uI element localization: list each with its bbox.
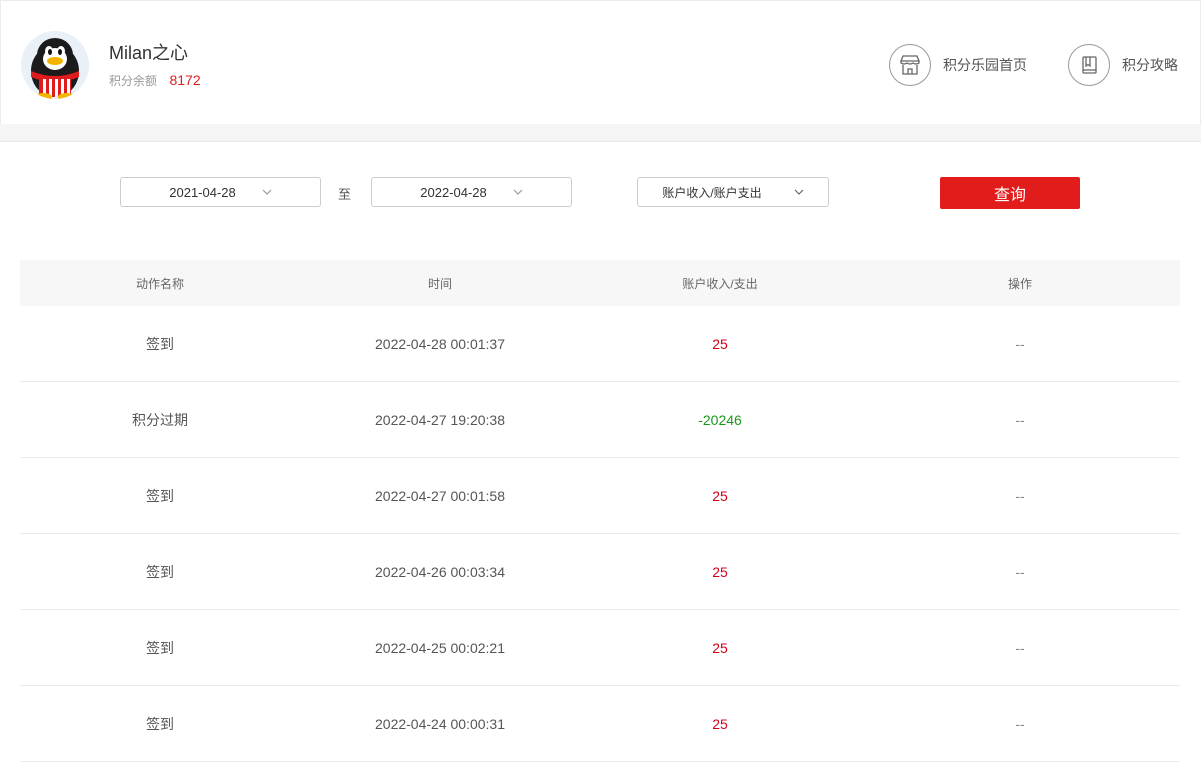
start-date-value: 2021-04-28 <box>169 184 236 200</box>
time-cell: 2022-04-27 19:20:38 <box>375 411 505 428</box>
balance-label: 积分余额 <box>109 74 158 88</box>
table-row: 积分过期 2022-04-27 19:20:38 -20246 -- <box>20 382 1180 458</box>
column-header-action: 动作名称 <box>135 276 184 291</box>
section-divider <box>0 124 1201 142</box>
column-header-operation: 操作 <box>1007 276 1032 291</box>
start-date-select[interactable]: 2021-04-28 <box>120 177 321 207</box>
operation-cell: -- <box>1015 715 1025 732</box>
action-cell: 签到 <box>146 487 174 504</box>
action-cell: 积分过期 <box>132 411 188 428</box>
nav-points-home-label: 积分乐园首页 <box>943 57 1027 73</box>
points-balance: 积分余额 8172 <box>109 72 201 90</box>
table-row: 签到 2022-04-24 00:00:31 25 -- <box>20 686 1180 762</box>
qq-penguin-avatar-icon <box>21 31 89 99</box>
time-cell: 2022-04-25 00:02:21 <box>375 639 505 656</box>
date-range-separator: 至 <box>338 187 352 202</box>
amount-cell: 25 <box>712 487 728 504</box>
points-history-table: 动作名称 时间 账户收入/支出 操作 签到 2022-04-28 00:01:3… <box>20 260 1180 762</box>
operation-cell: -- <box>1015 411 1025 428</box>
table-row: 签到 2022-04-25 00:02:21 25 -- <box>20 610 1180 686</box>
action-cell: 签到 <box>146 563 174 580</box>
amount-cell: 25 <box>712 335 728 352</box>
chevron-down-icon <box>262 189 272 195</box>
column-header-amount: 账户收入/支出 <box>682 276 758 291</box>
table-header: 动作名称 时间 账户收入/支出 操作 <box>20 260 1180 306</box>
transaction-type-select[interactable]: 账户收入/账户支出 <box>637 177 829 207</box>
query-button[interactable]: 查询 <box>940 177 1080 209</box>
operation-cell: -- <box>1015 563 1025 580</box>
operation-cell: -- <box>1015 335 1025 352</box>
action-cell: 签到 <box>146 335 174 352</box>
store-icon <box>889 44 931 86</box>
chevron-down-icon <box>513 189 523 195</box>
time-cell: 2022-04-27 00:01:58 <box>375 487 505 504</box>
table-row: 签到 2022-04-28 00:01:37 25 -- <box>20 306 1180 382</box>
operation-cell: -- <box>1015 487 1025 504</box>
amount-cell: 25 <box>712 639 728 656</box>
operation-cell: -- <box>1015 639 1025 656</box>
book-icon <box>1068 44 1110 86</box>
chevron-down-icon <box>794 189 804 195</box>
nav-points-guide-label: 积分攻略 <box>1122 57 1178 73</box>
nav-points-guide-link[interactable]: 积分攻略 <box>1068 43 1178 87</box>
table-row: 签到 2022-04-26 00:03:34 25 -- <box>20 534 1180 610</box>
balance-value: 8172 <box>169 72 201 88</box>
column-header-time: 时间 <box>427 276 452 291</box>
end-date-value: 2022-04-28 <box>420 184 487 200</box>
amount-cell: -20246 <box>698 411 742 428</box>
amount-cell: 25 <box>712 715 728 732</box>
action-cell: 签到 <box>146 639 174 656</box>
time-cell: 2022-04-26 00:03:34 <box>375 563 505 580</box>
avatar[interactable] <box>21 31 89 99</box>
time-cell: 2022-04-28 00:01:37 <box>375 335 505 352</box>
table-row: 签到 2022-04-27 00:01:58 25 -- <box>20 458 1180 534</box>
action-cell: 签到 <box>146 715 174 732</box>
user-name: Milan之心 <box>109 43 189 63</box>
end-date-select[interactable]: 2022-04-28 <box>371 177 572 207</box>
time-cell: 2022-04-24 00:00:31 <box>375 715 505 732</box>
nav-points-home-link[interactable]: 积分乐园首页 <box>889 43 1027 87</box>
user-header: Milan之心 积分余额 8172 积分乐园首页 积分攻略 <box>0 0 1201 125</box>
amount-cell: 25 <box>712 563 728 580</box>
points-history-page: Milan之心 积分余额 8172 积分乐园首页 积分攻略 2021-04-28… <box>0 0 1201 763</box>
transaction-type-value: 账户收入/账户支出 <box>662 185 762 200</box>
